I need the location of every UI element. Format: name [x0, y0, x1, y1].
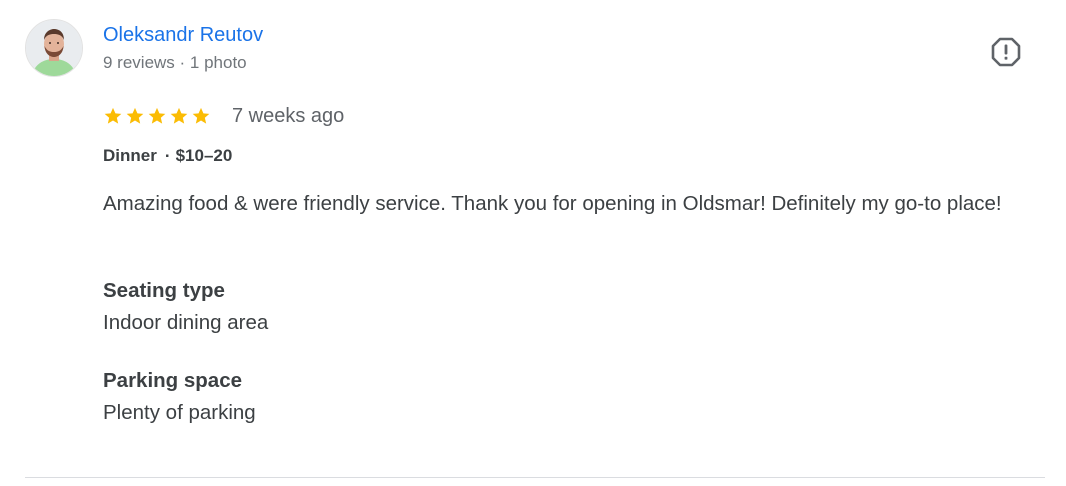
meal-separator: .: [164, 142, 170, 161]
avatar-image: [26, 20, 82, 76]
meal-info: Dinner. $10–20: [103, 142, 233, 167]
author-meta: 9 reviews · 1 photo: [103, 53, 247, 72]
review-divider: [25, 477, 1045, 478]
star-icon: [103, 106, 123, 126]
star-icon: [169, 106, 189, 126]
review-text: Amazing food & were friendly service. Th…: [103, 192, 1002, 215]
star-icon: [147, 106, 167, 126]
star-rating: [103, 106, 211, 126]
report-review-button[interactable]: [988, 34, 1024, 70]
attribute-label-seating: Seating type: [103, 279, 225, 302]
review-card: Oleksandr Reutov 9 reviews · 1 photo 7 w…: [0, 0, 1066, 486]
author-avatar[interactable]: [25, 19, 83, 77]
rating-row: 7 weeks ago: [103, 102, 344, 130]
report-flag-icon: [991, 37, 1021, 67]
price-range: $10–20: [175, 146, 233, 165]
meal-type: Dinner: [103, 146, 157, 165]
author-name-link[interactable]: Oleksandr Reutov: [103, 22, 263, 48]
attribute-value-parking: Plenty of parking: [103, 401, 256, 424]
attribute-label-parking: Parking space: [103, 369, 243, 392]
star-icon: [125, 106, 145, 126]
review-time: 7 weeks ago: [232, 104, 345, 127]
attribute-value-seating: Indoor dining area: [103, 311, 269, 334]
star-icon: [191, 106, 211, 126]
